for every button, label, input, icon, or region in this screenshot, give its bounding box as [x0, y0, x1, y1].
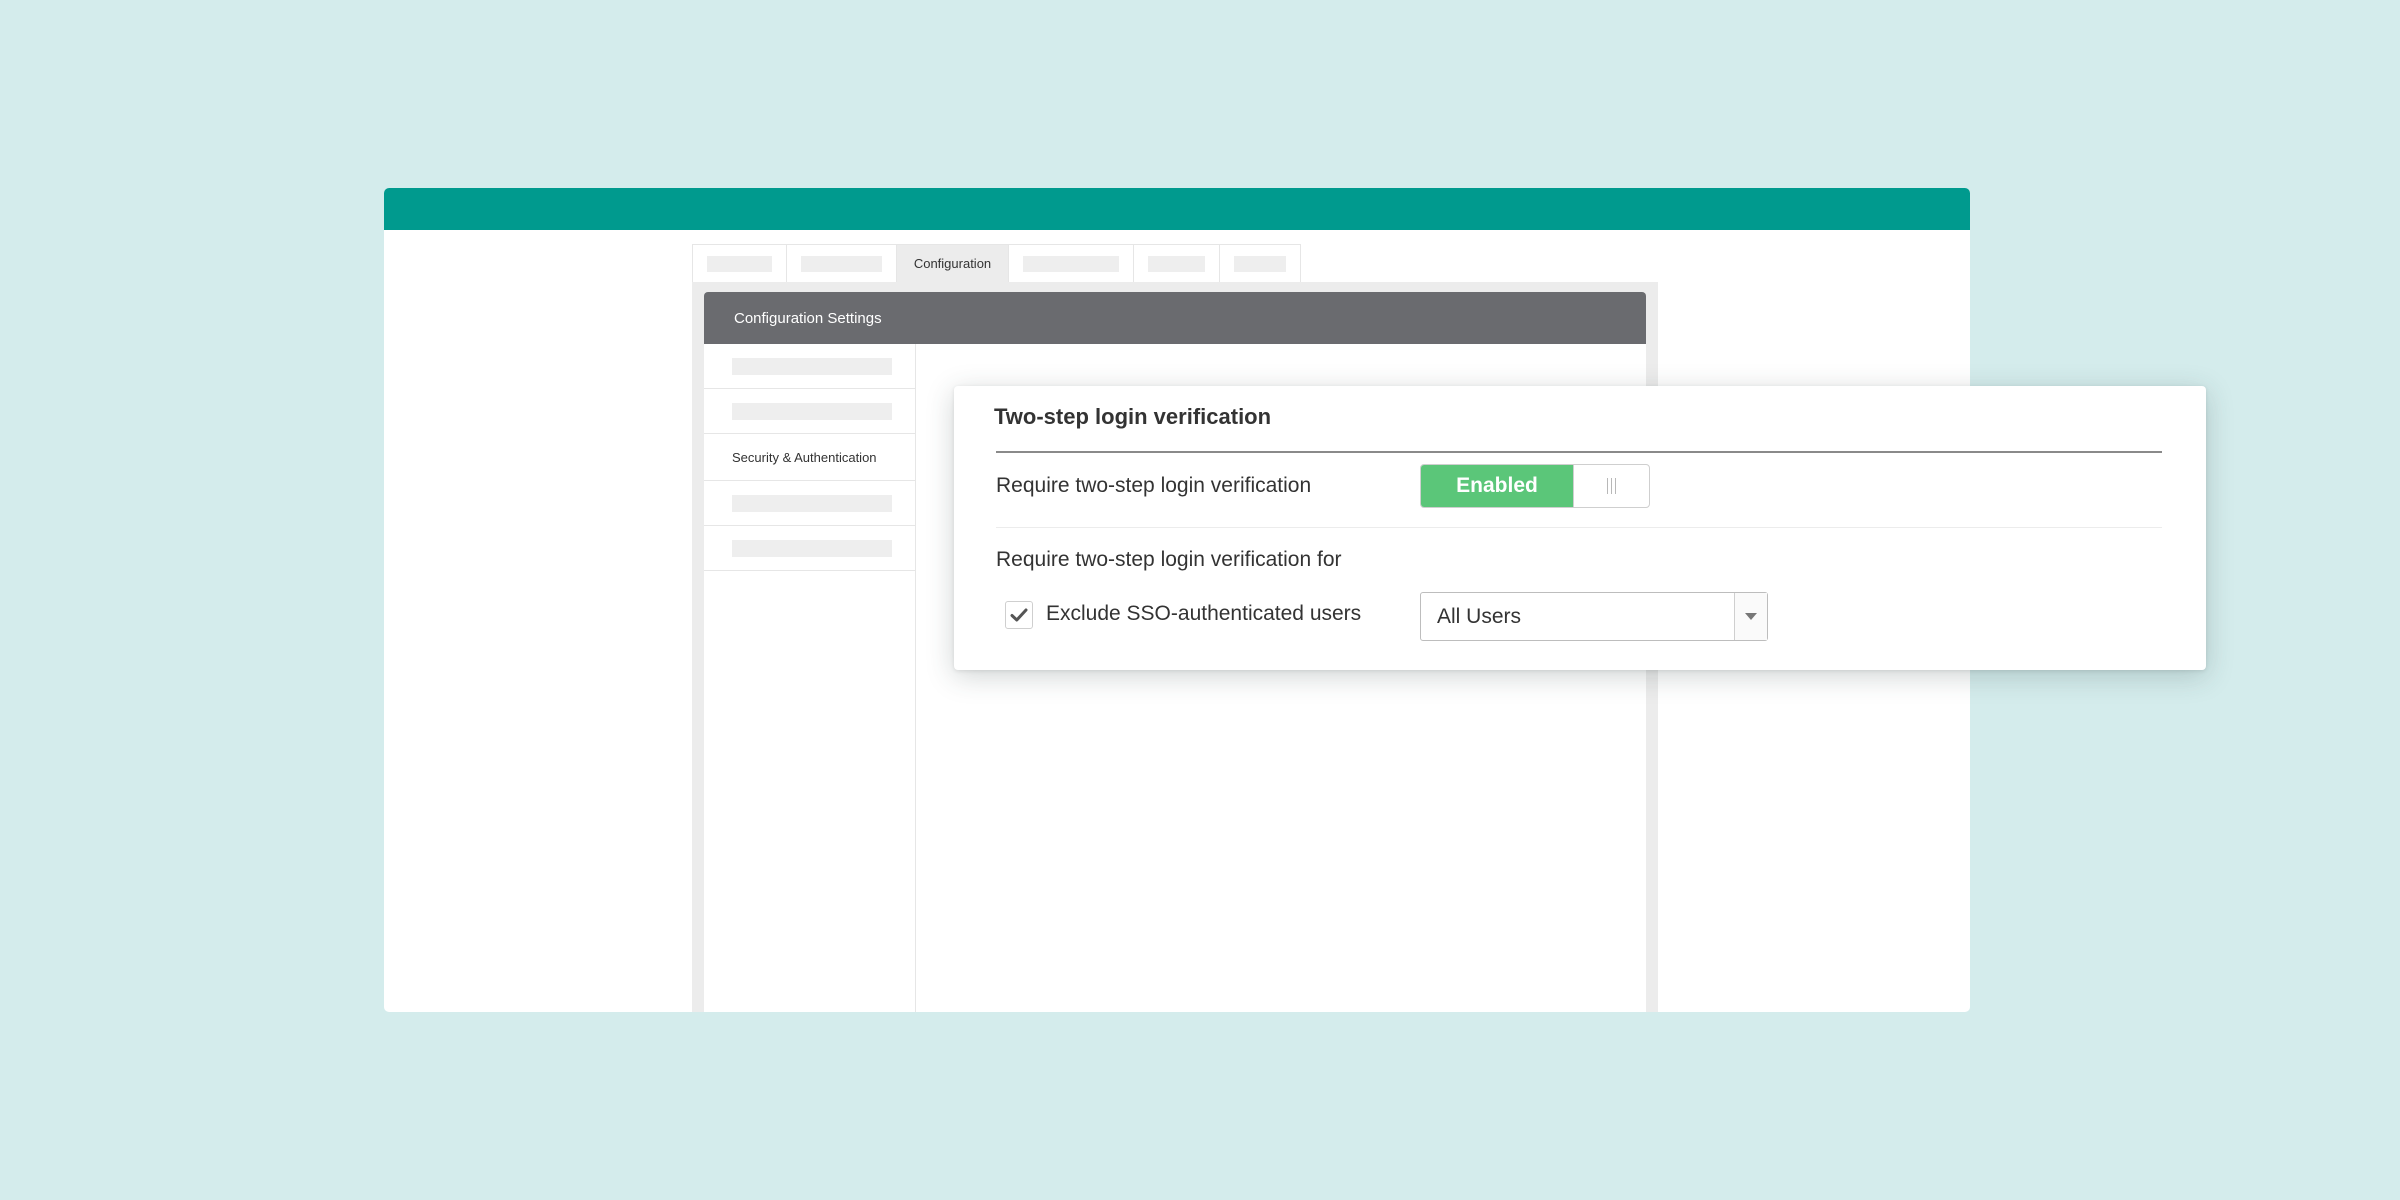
nav-label-skeleton	[732, 357, 892, 375]
tab-configuration-label: Configuration	[913, 256, 992, 271]
nav-item-label: Security & Authentication	[732, 449, 877, 465]
user-scope-select[interactable]: All Users	[1420, 592, 1768, 641]
nav-label-skeleton	[732, 539, 892, 557]
tab-placeholder-5[interactable]	[1134, 245, 1220, 282]
tab-placeholder-6[interactable]	[1220, 245, 1300, 282]
chevron-down-icon	[1745, 612, 1757, 620]
tab-placeholder-4[interactable]	[1009, 245, 1134, 282]
user-scope-value: All Users	[1437, 604, 1522, 628]
row-divider	[996, 527, 2162, 528]
exclude-sso-label: Exclude SSO-authenticated users	[1046, 602, 1362, 625]
toggle-handle[interactable]	[1573, 465, 1649, 507]
nav-label-skeleton	[732, 494, 892, 512]
config-panel-title: Configuration Settings	[734, 309, 882, 327]
tab-strip: Configuration	[692, 244, 1301, 282]
exclude-sso-checkbox[interactable]	[1005, 601, 1033, 629]
config-panel-header: Configuration Settings	[704, 292, 1646, 344]
two-step-verification-card: Two-step login verification Require two-…	[954, 386, 2206, 670]
nav-item-placeholder-4[interactable]	[704, 481, 915, 526]
nav-item-placeholder-2[interactable]	[704, 389, 915, 434]
tab-configuration[interactable]: Configuration	[897, 245, 1009, 282]
nav-item-placeholder-1[interactable]	[704, 344, 915, 389]
tab-label-skeleton	[1234, 255, 1286, 272]
tab-label-skeleton	[707, 255, 772, 272]
tab-label-skeleton	[1023, 255, 1119, 272]
app-top-bar	[384, 188, 1970, 230]
tab-label-skeleton	[801, 255, 882, 272]
card-title-divider	[996, 451, 2162, 453]
nav-label-skeleton	[732, 402, 892, 420]
require-two-step-label: Require two-step login verification	[996, 474, 1312, 497]
toggle-state-label: Enabled	[1421, 465, 1573, 507]
grip-icon	[1607, 478, 1616, 494]
settings-side-nav: Security & Authentication	[704, 344, 916, 1012]
tab-placeholder-2[interactable]	[787, 245, 897, 282]
nav-item-placeholder-5[interactable]	[704, 526, 915, 571]
check-icon	[1010, 608, 1028, 622]
select-arrow-button[interactable]	[1734, 593, 1767, 640]
two-step-toggle[interactable]: Enabled	[1420, 464, 1650, 508]
require-for-label: Require two-step login verification for	[996, 548, 1342, 571]
tab-placeholder-1[interactable]	[693, 245, 787, 282]
card-title: Two-step login verification	[994, 404, 1272, 429]
tab-label-skeleton	[1148, 255, 1205, 272]
nav-item-security-authentication[interactable]: Security & Authentication	[704, 434, 915, 481]
